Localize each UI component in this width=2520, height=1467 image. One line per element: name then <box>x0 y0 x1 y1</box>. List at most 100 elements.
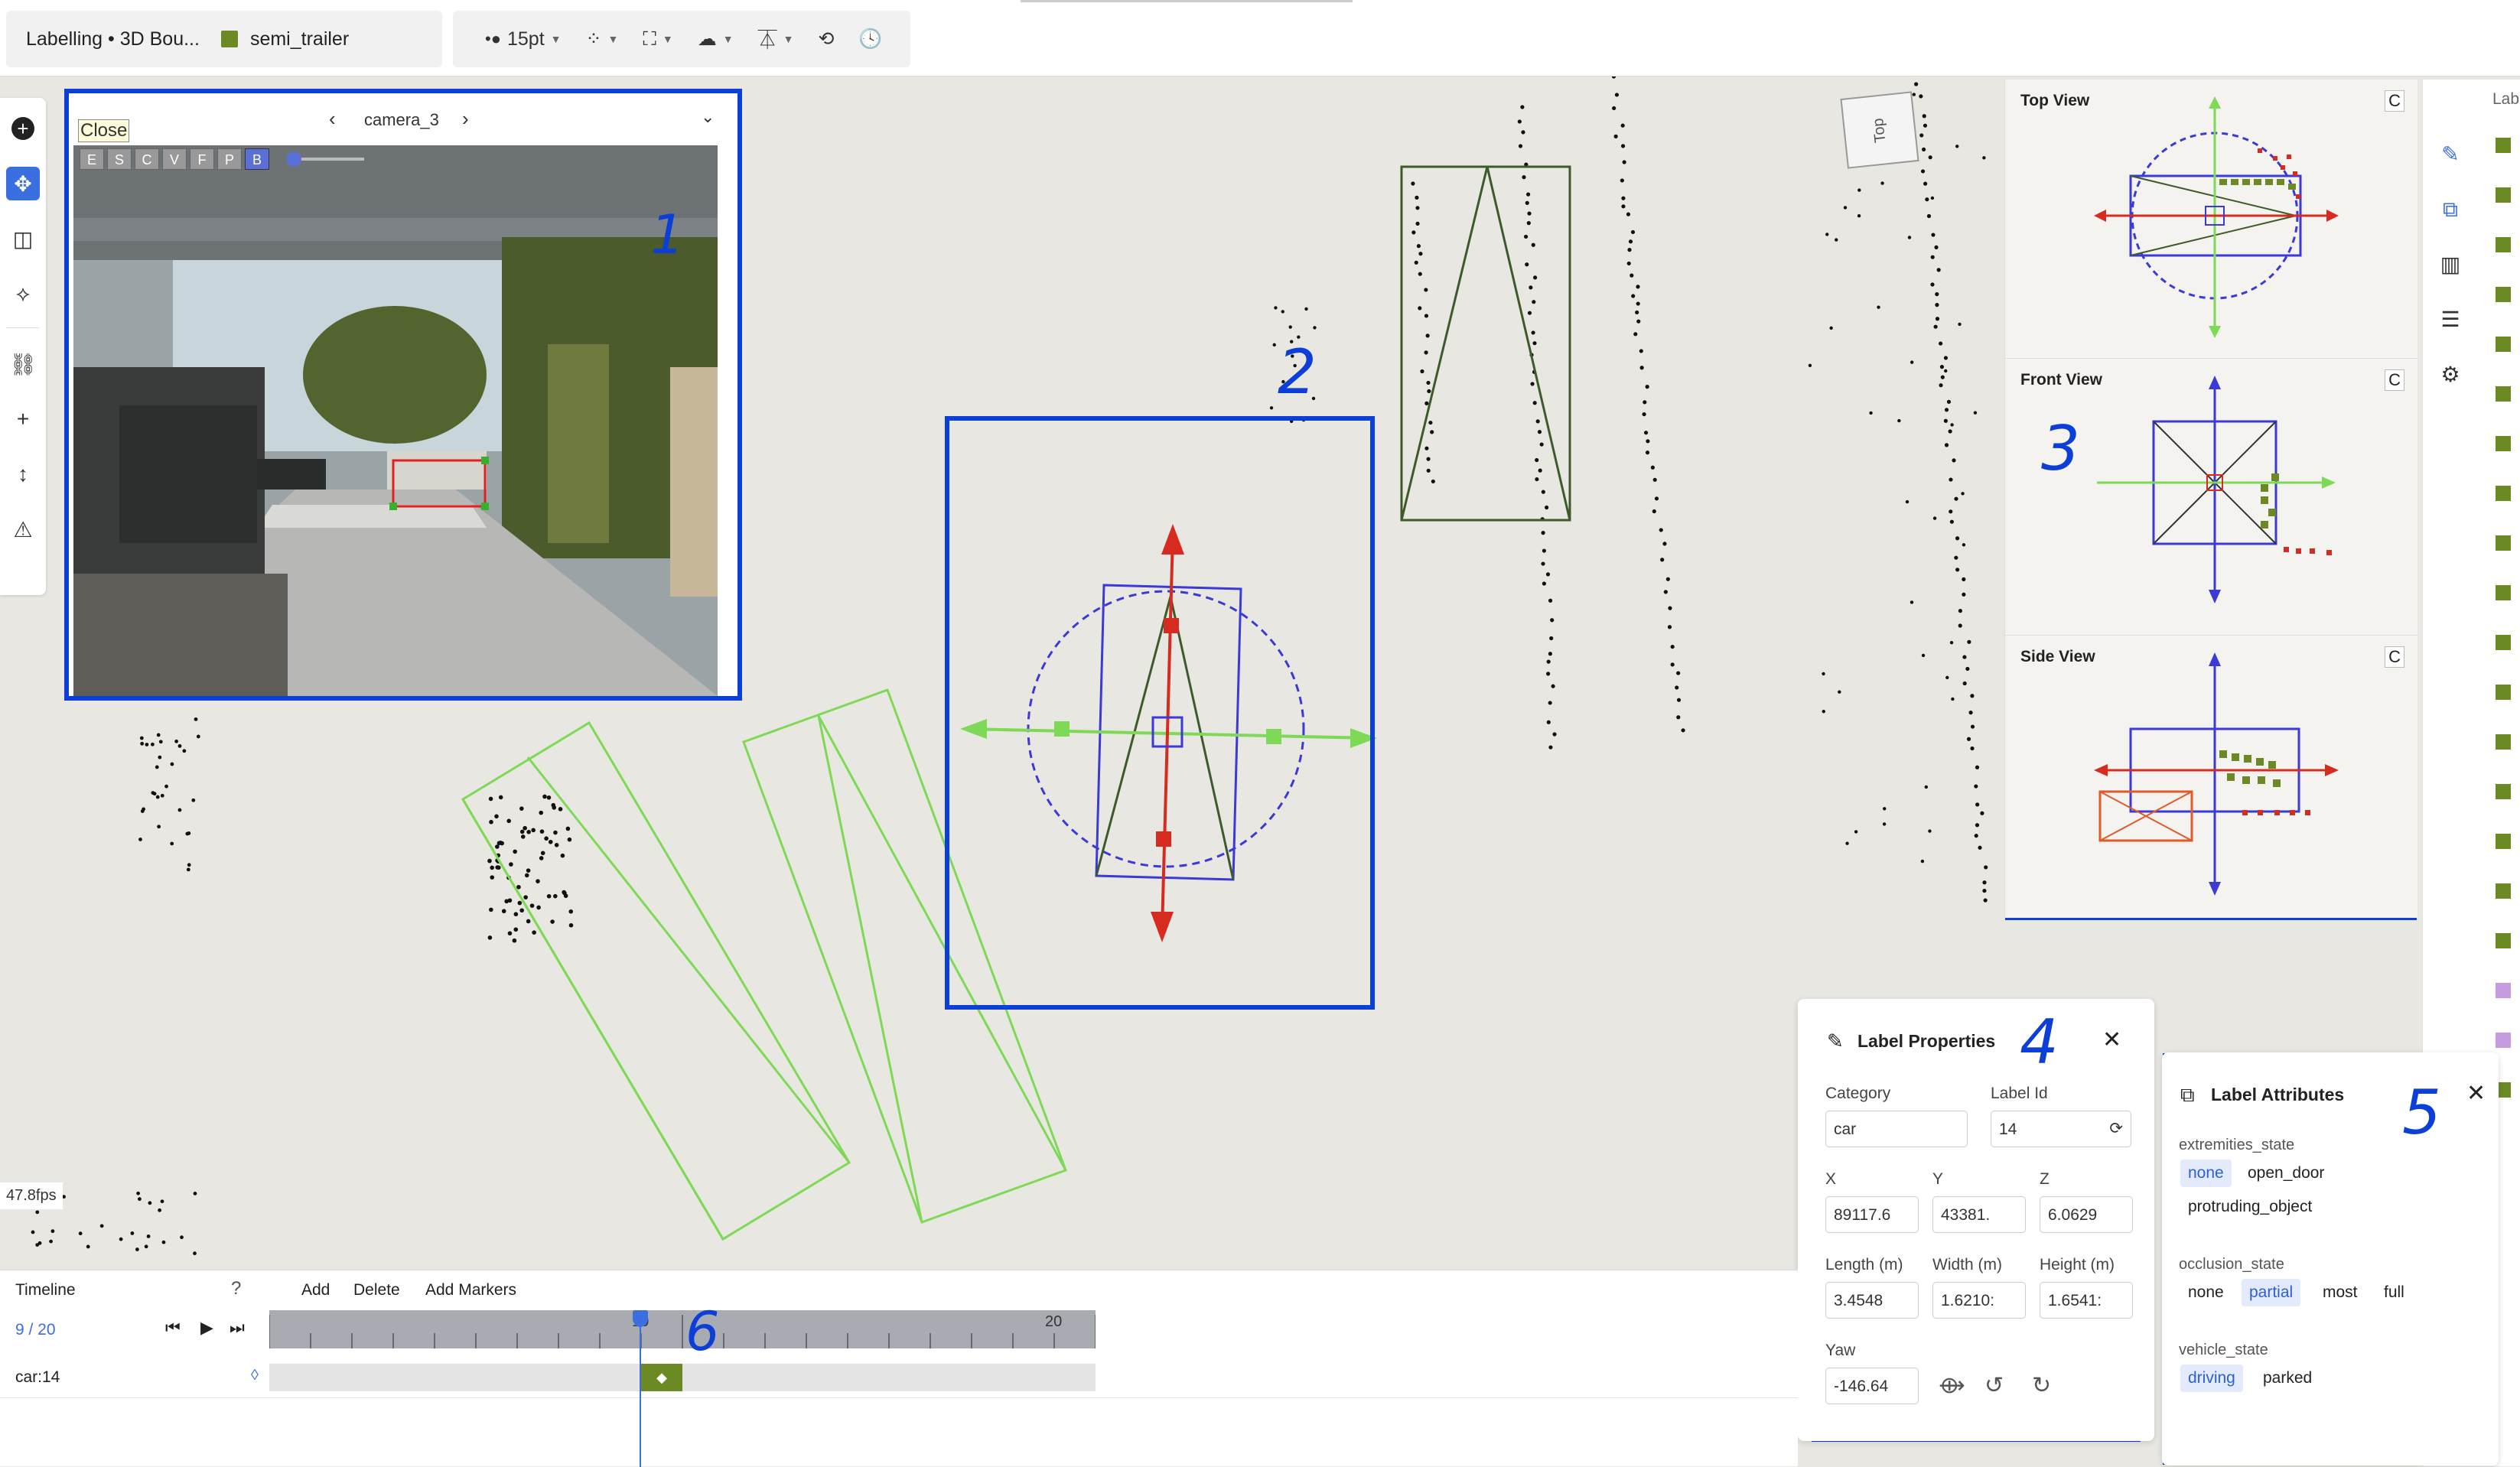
link-button[interactable]: ⛓ <box>6 347 40 381</box>
vertical-arrows-icon: ↕ <box>18 462 28 486</box>
close-icon[interactable]: ✕ <box>2466 1080 2486 1107</box>
extremities-open-door-option[interactable]: open_door <box>2240 1160 2332 1187</box>
camera-image[interactable] <box>73 145 718 696</box>
add-markers-button[interactable]: Add Markers <box>425 1281 516 1299</box>
edit-properties-button[interactable]: ✎ <box>2434 138 2467 171</box>
vehicle-driving-option[interactable]: driving <box>2180 1365 2243 1392</box>
chevron-down-icon: ▼ <box>550 33 562 45</box>
help-icon[interactable]: ? <box>231 1278 241 1299</box>
rotate-reset-icon[interactable]: ⟴ <box>1939 1372 1965 1399</box>
collapse-chevron-icon[interactable]: ⌄ <box>701 107 715 127</box>
label-list-swatch[interactable] <box>2496 834 2511 849</box>
label-list-swatch[interactable] <box>2496 1033 2511 1048</box>
label-list-swatch[interactable] <box>2496 486 2511 501</box>
select-move-button[interactable]: ✥ <box>6 167 40 200</box>
label-list-swatch[interactable] <box>2496 883 2511 899</box>
ground-dropdown[interactable]: ☁ ▼ <box>685 28 746 50</box>
label-list-swatch[interactable] <box>2496 784 2511 799</box>
prev-camera-button[interactable]: ‹ <box>329 107 336 131</box>
crosshair-button[interactable]: + <box>6 402 40 436</box>
history-button[interactable]: 🕓 <box>846 28 894 50</box>
camera-fit-dropdown[interactable]: ⛶ ▼ <box>630 28 685 50</box>
top-view[interactable]: Top View C <box>2005 80 2418 358</box>
skip-back-icon[interactable]: ⏮ <box>165 1318 181 1338</box>
channel-button-b[interactable]: B <box>245 148 269 170</box>
delete-button[interactable]: Delete <box>353 1281 400 1299</box>
front-view[interactable]: Front View C <box>2005 358 2418 635</box>
category-field[interactable]: car <box>1825 1111 1968 1147</box>
occlusion-partial-option[interactable]: partial <box>2242 1279 2301 1306</box>
width-field[interactable]: 1.6210: <box>1932 1282 2026 1319</box>
label-list-swatch[interactable] <box>2496 287 2511 302</box>
label-list-swatch[interactable] <box>2496 734 2511 750</box>
rotate-right-icon[interactable]: ↻ <box>2032 1372 2051 1399</box>
yaw-field[interactable]: -146.64 <box>1825 1368 1919 1404</box>
label-list-swatch[interactable] <box>2496 436 2511 451</box>
label-list-swatch[interactable] <box>2496 933 2511 948</box>
box-tool-button[interactable]: ◫ <box>6 222 40 255</box>
label-id-field[interactable]: 14 ⟳ <box>1991 1111 2131 1147</box>
vehicle-parked-option[interactable]: parked <box>2255 1365 2320 1392</box>
extremities-none-option[interactable]: none <box>2180 1160 2232 1187</box>
close-icon[interactable]: ✕ <box>2102 1026 2121 1053</box>
occlusion-none-option[interactable]: none <box>2180 1279 2232 1306</box>
label-list-swatch[interactable] <box>2496 983 2511 998</box>
play-icon[interactable]: ▶ <box>200 1318 213 1338</box>
x-field[interactable]: 89117.6 <box>1825 1196 1919 1233</box>
project-title[interactable]: Labelling • 3D Bou... <box>26 28 200 50</box>
rotate-left-icon[interactable]: ↺ <box>1984 1372 2004 1399</box>
side-view[interactable]: Side View C <box>2005 635 2418 918</box>
occlusion-most-option[interactable]: most <box>2315 1279 2365 1306</box>
next-camera-button[interactable]: › <box>462 107 469 131</box>
label-list-swatch[interactable] <box>2496 685 2511 700</box>
extremities-protruding-option[interactable]: protruding_object <box>2180 1193 2320 1221</box>
point-size-dropdown[interactable]: •● 15pt ▼ <box>473 28 574 50</box>
chart-button[interactable]: ▥ <box>2434 248 2467 281</box>
keyframe-marker[interactable]: ◆ <box>641 1364 682 1391</box>
height-field[interactable]: 1.6541: <box>2040 1282 2133 1319</box>
track-bar[interactable]: ◆ <box>269 1364 1096 1391</box>
label-list-swatch[interactable] <box>2496 585 2511 600</box>
channel-button-p[interactable]: P <box>217 148 242 170</box>
notes-button[interactable]: ☰ <box>2434 303 2467 337</box>
length-field[interactable]: 3.4548 <box>1825 1282 1919 1319</box>
channel-button-c[interactable]: C <box>135 148 159 170</box>
camera-name[interactable]: camera_3 <box>364 110 439 130</box>
refresh-icon[interactable]: ⟳ <box>2109 1119 2123 1138</box>
plane-dropdown[interactable]: ⏄ ▼ <box>746 25 806 53</box>
channel-button-v[interactable]: V <box>162 148 187 170</box>
skip-forward-icon[interactable]: ⏭ <box>230 1318 245 1338</box>
playhead[interactable] <box>633 1310 648 1467</box>
orbit-button[interactable]: ⟡ <box>6 277 40 311</box>
settings-sliders-button[interactable]: ⚙ <box>2434 358 2467 392</box>
opacity-slider[interactable] <box>286 151 364 167</box>
timeline-ruler[interactable]: 10 20 <box>269 1310 1096 1348</box>
channel-button-s[interactable]: S <box>107 148 132 170</box>
channel-button-e[interactable]: E <box>80 148 104 170</box>
view-nav-cube[interactable]: Top <box>1840 91 1919 169</box>
label-list-swatch[interactable] <box>2496 337 2511 352</box>
point-filter-dropdown[interactable]: ⁘ ▼ <box>574 28 631 50</box>
label-list-swatch[interactable] <box>2496 138 2511 153</box>
add-button[interactable]: Add <box>301 1281 330 1299</box>
label-list-swatch[interactable] <box>2496 386 2511 402</box>
label-list-swatch[interactable] <box>2496 535 2511 551</box>
playhead-handle[interactable] <box>633 1310 648 1327</box>
lock-view-button[interactable]: ⟲ <box>806 28 846 50</box>
current-label-name[interactable]: semi_trailer <box>250 28 349 50</box>
comment-icon: ⚠ <box>13 517 33 542</box>
y-field[interactable]: 43381. <box>1932 1196 2026 1233</box>
close-tooltip[interactable]: Close <box>78 119 130 142</box>
label-list-swatch[interactable] <box>2496 187 2511 203</box>
occlusion-full-option[interactable]: full <box>2376 1279 2412 1306</box>
category-label: Category <box>1825 1085 1891 1102</box>
channel-button-f[interactable]: F <box>190 148 214 170</box>
opacity-slider-thumb[interactable] <box>286 151 301 167</box>
z-field[interactable]: 6.0629 <box>2040 1196 2133 1233</box>
label-list-swatch[interactable] <box>2496 635 2511 650</box>
label-list-swatch[interactable] <box>2496 237 2511 252</box>
label-attributes-button[interactable]: ⧉ <box>2434 193 2467 226</box>
vertical-arrows-button[interactable]: ↕ <box>6 457 40 491</box>
comment-button[interactable]: ⚠ <box>6 512 40 546</box>
add-button[interactable]: + <box>6 112 40 145</box>
